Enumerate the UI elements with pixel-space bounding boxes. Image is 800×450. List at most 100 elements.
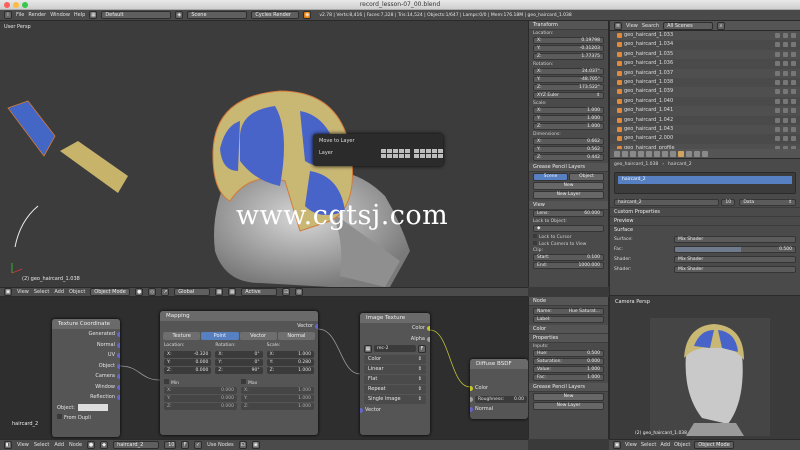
material-slot-list[interactable]: haircard_2	[614, 172, 796, 194]
layer-button[interactable]	[414, 149, 419, 153]
texture-tab-icon[interactable]	[686, 150, 692, 157]
object-field[interactable]	[77, 403, 108, 411]
visibility-toggles[interactable]	[775, 70, 796, 76]
outliner-item[interactable]: geo_haircard_1.039	[610, 87, 800, 97]
rotation-mode-dropdown[interactable]: XYZ Euler ⇕	[533, 92, 604, 99]
min-x-field[interactable]: X: 0.000	[164, 386, 237, 394]
backdrop-icon[interactable]: ▣	[251, 441, 260, 449]
layer-button[interactable]	[393, 149, 398, 153]
eye-icon[interactable]	[775, 42, 780, 48]
scale-y-field[interactable]: Y: 1.000	[533, 115, 604, 122]
layer-icon[interactable]: ▦	[228, 288, 237, 296]
node-image-texture[interactable]: Image Texture Color Alpha ▦ rec-2 F Colo…	[360, 313, 430, 435]
outliner-item[interactable]: geo_haircard_1.042	[610, 116, 800, 125]
outliner[interactable]: ≡ View Search All Scenes ⌕ geo_haircard_…	[609, 21, 800, 149]
editor-type-icon[interactable]: ≡	[614, 21, 622, 30]
tab-vector[interactable]: Vector	[239, 331, 277, 340]
socket-output[interactable]	[117, 363, 120, 369]
rotation-y-field[interactable]: Y: 0°	[215, 358, 263, 366]
node-diffuse-bsdf[interactable]: Diffuse BSDF Color Roughness: 0.00 Normal	[470, 359, 528, 419]
outliner-item[interactable]: geo_haircard_1.035	[610, 49, 800, 60]
tab-object[interactable]: Object	[569, 173, 604, 181]
render-engine-dropdown[interactable]: Cycles Render	[251, 11, 300, 19]
location-z-field[interactable]: Z: 0.000	[164, 366, 212, 374]
tab-texture[interactable]: Texture	[163, 331, 201, 340]
data-tab-icon[interactable]	[670, 150, 676, 157]
editor-type-icon[interactable]: ◧	[4, 441, 12, 449]
layer-button[interactable]	[420, 154, 425, 158]
dimension-y-field[interactable]: Y: 0.562	[533, 146, 604, 153]
socket-output[interactable]	[117, 342, 120, 348]
rotation-x-field[interactable]: X: 24.037°	[533, 68, 604, 75]
scale-y-field[interactable]: Y: 0.280	[266, 358, 314, 366]
node-grease-new-layer-button[interactable]: New Layer	[533, 402, 604, 410]
visibility-toggles[interactable]	[775, 117, 796, 123]
outliner-item[interactable]: geo_haircard_1.037	[610, 68, 800, 78]
cursor-icon[interactable]	[783, 89, 788, 95]
hue-field[interactable]: Hue: 0.500	[533, 350, 604, 357]
min-z-field[interactable]: Z: 0.000	[164, 402, 237, 410]
blender-info-icon[interactable]: i	[4, 11, 12, 19]
world-tab-icon[interactable]	[638, 150, 644, 157]
camera-icon[interactable]	[791, 117, 796, 123]
fake-user-icon[interactable]: F	[181, 441, 190, 449]
camera-viewport[interactable]: Camera Persp (2) geo_haircard_1.038	[609, 295, 800, 439]
cursor-icon[interactable]	[783, 136, 788, 142]
transform-title[interactable]: Transform	[529, 21, 608, 30]
eye-icon[interactable]	[775, 61, 780, 67]
socket-output[interactable]	[427, 326, 430, 331]
node-grease-new-button[interactable]: New	[533, 393, 604, 401]
min-y-field[interactable]: Y: 0.000	[164, 394, 237, 402]
material-users[interactable]: 10	[164, 441, 177, 449]
grease-new-button[interactable]: New	[533, 182, 604, 190]
node-name-field[interactable]: Name: Hue Saturat...	[533, 308, 604, 315]
clip-end-field[interactable]: End: 1000.000	[533, 262, 604, 269]
camera-menu-add[interactable]: Add	[660, 442, 670, 448]
material-datablock[interactable]: haircard_2	[614, 198, 720, 206]
constraints-tab-icon[interactable]	[654, 150, 660, 157]
cursor-icon[interactable]	[783, 117, 788, 123]
location-x-field[interactable]: X: 0.19798	[533, 37, 604, 44]
object-icon[interactable]: ◆	[100, 441, 109, 449]
physics-tab-icon[interactable]	[702, 150, 708, 157]
socket-output[interactable]	[427, 336, 430, 342]
visibility-toggles[interactable]	[775, 108, 796, 114]
render-icon[interactable]: ◎	[295, 288, 304, 296]
cursor-icon[interactable]	[783, 108, 788, 114]
outliner-item[interactable]: geo_haircard_1.040	[610, 97, 800, 106]
socket-input[interactable]	[470, 396, 473, 402]
dimension-z-field[interactable]: Z: 0.442	[533, 154, 604, 161]
layer-button[interactable]	[405, 154, 410, 158]
camera-icon[interactable]	[791, 98, 796, 104]
modifiers-tab-icon[interactable]	[662, 150, 668, 157]
node-texture-coordinate[interactable]: Texture Coordinate Generated Normal UV O…	[52, 319, 120, 437]
eye-icon[interactable]	[775, 108, 780, 114]
visibility-toggles[interactable]	[775, 89, 796, 95]
interaction-mode-dropdown[interactable]: Object Mode	[90, 288, 131, 296]
screen-layout-dropdown[interactable]: Default	[101, 11, 172, 19]
cursor-icon[interactable]	[783, 33, 788, 38]
object-tab-icon[interactable]	[646, 150, 652, 157]
eye-icon[interactable]	[775, 126, 780, 132]
projection-select[interactable]: Flat ⇕	[364, 375, 426, 384]
camera-icon[interactable]	[791, 42, 796, 48]
location-x-field[interactable]: X: -0.320	[164, 350, 212, 358]
layer-group-1[interactable]	[381, 149, 410, 158]
camera-icon[interactable]	[791, 33, 796, 38]
properties-tabs[interactable]	[610, 149, 800, 159]
cursor-icon[interactable]	[783, 79, 788, 85]
screen-layout-icon[interactable]: ▦	[89, 11, 98, 19]
layer-button[interactable]	[426, 149, 431, 153]
outliner-menu-search[interactable]: Search	[642, 23, 659, 29]
scene-icon[interactable]: ◈	[175, 11, 184, 19]
layer-button[interactable]	[426, 154, 431, 158]
outliner-item[interactable]: geo_haircard_1.033	[610, 31, 800, 41]
move-to-layer-popup[interactable]: Move to Layer Layer	[313, 134, 443, 166]
shading-icon[interactable]: ●	[135, 288, 144, 296]
camera-menu-select[interactable]: Select	[641, 442, 656, 448]
max-y-field[interactable]: Y: 1.000	[241, 394, 314, 402]
view-section-title[interactable]: View	[529, 201, 608, 210]
eye-icon[interactable]	[775, 136, 780, 142]
location-y-field[interactable]: Y: 0.000	[164, 358, 212, 366]
transform-orientation-dropdown[interactable]: Global	[174, 288, 211, 296]
